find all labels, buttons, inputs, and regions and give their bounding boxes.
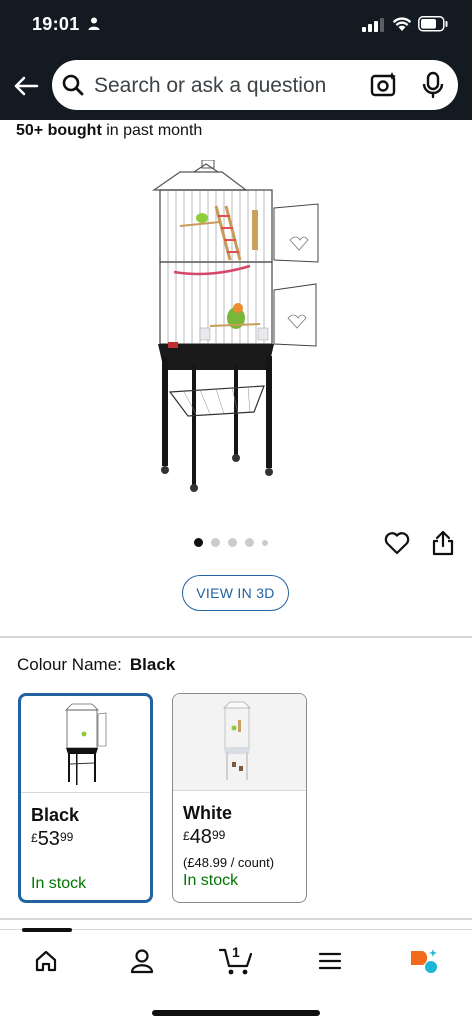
nav-rufus[interactable] [404, 944, 444, 978]
product-image[interactable] [150, 160, 326, 492]
person-icon [88, 17, 100, 30]
home-icon [35, 950, 57, 972]
share-icon[interactable] [432, 530, 454, 556]
carousel-dot[interactable] [211, 538, 220, 547]
colour-label: Colour Name: [17, 655, 122, 674]
search-header: Search or ask a question [0, 52, 472, 120]
section-divider [0, 636, 472, 638]
status-bar: 19:01 [0, 0, 472, 52]
camera-icon[interactable] [370, 71, 398, 99]
bought-count: 50+ bought in past month [16, 122, 202, 140]
price-whole: 48 [189, 826, 212, 848]
bought-count-rest: in past month [101, 122, 203, 139]
back-arrow-icon [14, 76, 39, 96]
rufus-assistant-icon [411, 949, 437, 973]
home-indicator [152, 1010, 320, 1016]
nav-menu[interactable] [310, 944, 350, 978]
black-cage-thumbnail [64, 703, 106, 785]
nav-home[interactable] [26, 944, 66, 978]
colour-option-white[interactable]: White £48 99 (£48.99 / count) In stock [172, 693, 307, 903]
price-currency: £ [31, 831, 38, 845]
colour-option-stock: In stock [31, 875, 87, 892]
colour-option-name: White [183, 803, 232, 823]
swatch-separator [21, 792, 150, 793]
image-carousel-dots [194, 538, 268, 547]
menu-icon [318, 952, 342, 970]
carousel-dot[interactable] [262, 539, 268, 546]
price-fraction: 99 [211, 828, 226, 842]
view-in-3d-button[interactable]: VIEW IN 3D [182, 575, 289, 611]
price-whole: 53 [37, 828, 60, 850]
status-time: 19:01 [32, 14, 80, 34]
bottom-navigation: 1 [0, 928, 472, 1024]
nav-account[interactable] [122, 944, 162, 978]
colour-option-price: £48 99 [183, 826, 306, 849]
back-button[interactable] [10, 71, 42, 101]
colour-option-black[interactable]: Black £53 99 In stock [18, 693, 153, 903]
carousel-dot[interactable] [245, 538, 254, 547]
price-currency: £ [183, 829, 190, 843]
cart-count-badge: 1 [232, 944, 240, 960]
colour-option-image [173, 694, 306, 790]
white-cage-thumbnail [222, 701, 251, 780]
wifi-icon [392, 17, 412, 31]
active-tab-indicator [22, 928, 72, 932]
section-divider [0, 918, 472, 920]
bought-count-bold: 50+ bought [16, 122, 102, 139]
search-input[interactable]: Search or ask a question [52, 60, 458, 110]
swatch-separator [173, 790, 306, 791]
carousel-dot[interactable] [228, 538, 237, 547]
battery-icon [418, 16, 448, 32]
search-placeholder: Search or ask a question [94, 74, 327, 97]
colour-option-price: £53 99 [31, 828, 150, 851]
price-fraction: 99 [59, 830, 74, 844]
microphone-icon[interactable] [422, 71, 444, 99]
search-icon [62, 74, 84, 96]
carousel-dot[interactable] [194, 538, 203, 547]
wishlist-heart-icon[interactable] [384, 531, 410, 555]
account-icon [130, 949, 154, 974]
colour-selected-value: Black [129, 655, 176, 674]
signal-icon [362, 18, 384, 32]
colour-selection-label: Colour Name: Black [17, 655, 175, 675]
colour-option-name: Black [31, 805, 80, 825]
colour-option-stock: In stock [183, 872, 239, 889]
colour-option-image [21, 696, 150, 792]
colour-option-unit-price: (£48.99 / count) [183, 855, 275, 870]
